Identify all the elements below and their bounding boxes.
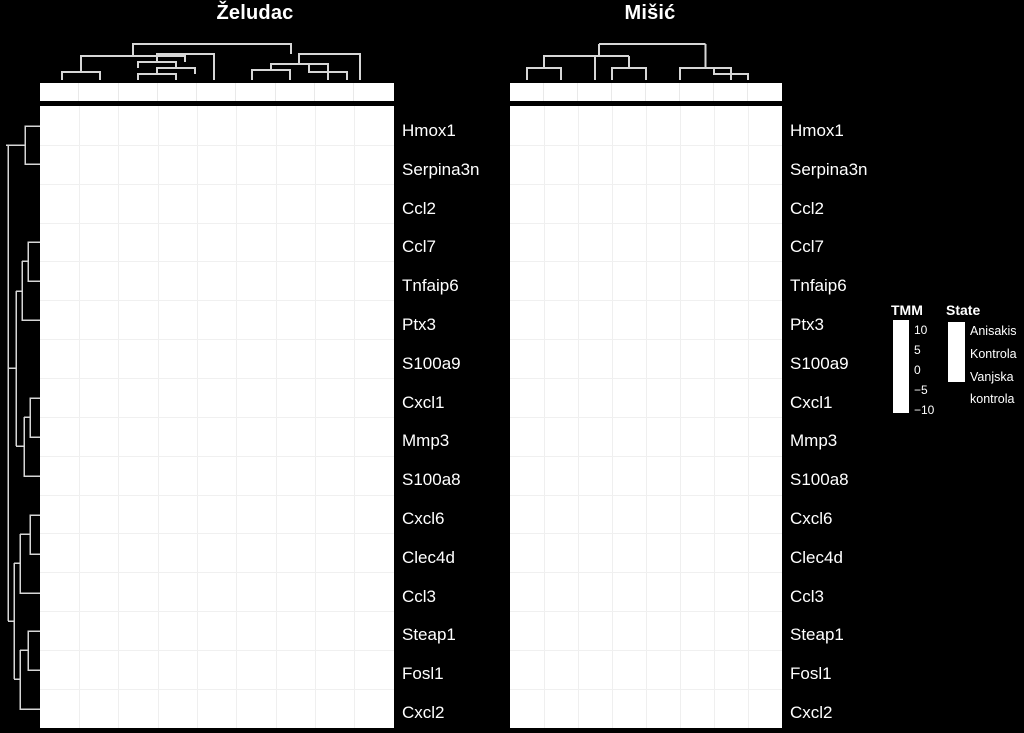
tmm-tick-label: 10 [914,323,928,337]
row-label: Mmp3 [790,431,838,450]
column-annotation-bar-zeludac [40,83,394,101]
row-label: S100a8 [402,470,461,489]
legend-title-state: State [946,302,981,318]
heatmap-body-zeludac [40,106,394,728]
legend-tmm: TMM 10 5 0 −5 −10 [891,302,951,417]
annotation-cell [197,83,237,101]
annotation-cell [714,83,748,101]
panel-zeludac: Želudac Hmox1 Serpina3n Ccl2 Ccl7 Tnfaip… [0,0,510,728]
row-label: S100a8 [790,470,849,489]
row-label: Cxcl1 [402,393,445,412]
row-label: Clec4d [790,548,843,567]
row-labels-misic: Hmox1 Serpina3n Ccl2 Ccl7 Tnfaip6 Ptx3 S… [790,106,900,728]
annotation-cell [118,83,158,101]
panel-title-misic: Mišić [624,2,676,24]
row-label: Ccl3 [402,587,437,606]
row-label: Ccl7 [402,237,437,256]
legend-title-tmm: TMM [891,302,923,318]
annotation-cell [680,83,714,101]
annotation-cell [354,83,394,101]
row-label: Cxcl2 [402,703,445,722]
legend-state: State Anisakis Kontrola Vanjska kontrola [946,303,1024,413]
column-annotation-bar-misic [510,83,782,101]
annotation-cell [748,83,782,101]
row-label: Ccl2 [790,199,825,218]
annotation-cell [275,83,316,101]
row-label: Fosl1 [790,664,832,683]
row-label: Hmox1 [402,121,456,140]
row-label: Tnfaip6 [790,276,847,295]
row-label: Steap1 [402,625,456,644]
annotation-cell [40,83,80,101]
row-label: Ccl2 [402,199,437,218]
tmm-colorbar [893,320,909,413]
tmm-tick-label: 0 [914,363,921,377]
row-label: Cxcl6 [402,509,445,528]
row-label: Cxcl6 [790,509,833,528]
row-label: Ccl7 [790,237,825,256]
state-legend-label: Kontrola [970,347,1017,361]
state-legend-label: kontrola [970,392,1015,406]
tmm-tick-label: 5 [914,343,921,357]
row-label: Serpina3n [790,160,868,179]
heatmap-body-misic [510,106,782,728]
row-labels-zeludac: Hmox1 Serpina3n Ccl2 Ccl7 Tnfaip6 Ptx3 S… [402,106,502,728]
row-label: Fosl1 [402,664,444,683]
row-label: Tnfaip6 [402,276,459,295]
row-label: Mmp3 [402,431,450,450]
annotation-cell [646,83,680,101]
row-label: Ptx3 [402,315,437,334]
row-label: S100a9 [402,354,461,373]
row-label: Ptx3 [790,315,825,334]
column-dendrogram-zeludac [40,30,394,80]
state-legend-label: Anisakis [970,324,1017,338]
row-label: Cxcl1 [790,393,833,412]
row-label: Hmox1 [790,121,844,140]
tmm-tick-label: −10 [914,403,935,417]
row-label: Serpina3n [402,160,480,179]
state-color-swatch [948,322,965,382]
panel-misic: Mišić Hmox1 Serpina3n Ccl2 Ccl7 Tnfaip6 … [510,0,890,728]
annotation-cell [612,83,646,101]
annotation-cell [236,83,276,101]
row-dendrogram-zeludac [0,106,40,728]
column-dendrogram-misic [510,30,782,80]
annotation-cell [79,83,119,101]
state-legend-label: Vanjska [970,370,1014,384]
annotation-cell [578,83,612,101]
panel-title-zeludac: Želudac [216,2,294,24]
row-label: Clec4d [402,548,455,567]
annotation-cell [510,83,544,101]
tmm-tick-label: −5 [914,383,928,397]
row-label: S100a9 [790,354,849,373]
annotation-cell [315,83,355,101]
annotation-cell [544,83,578,101]
row-label: Steap1 [790,625,844,644]
annotation-cell [157,83,198,101]
row-label: Ccl3 [790,587,825,606]
row-label: Cxcl2 [790,703,833,722]
